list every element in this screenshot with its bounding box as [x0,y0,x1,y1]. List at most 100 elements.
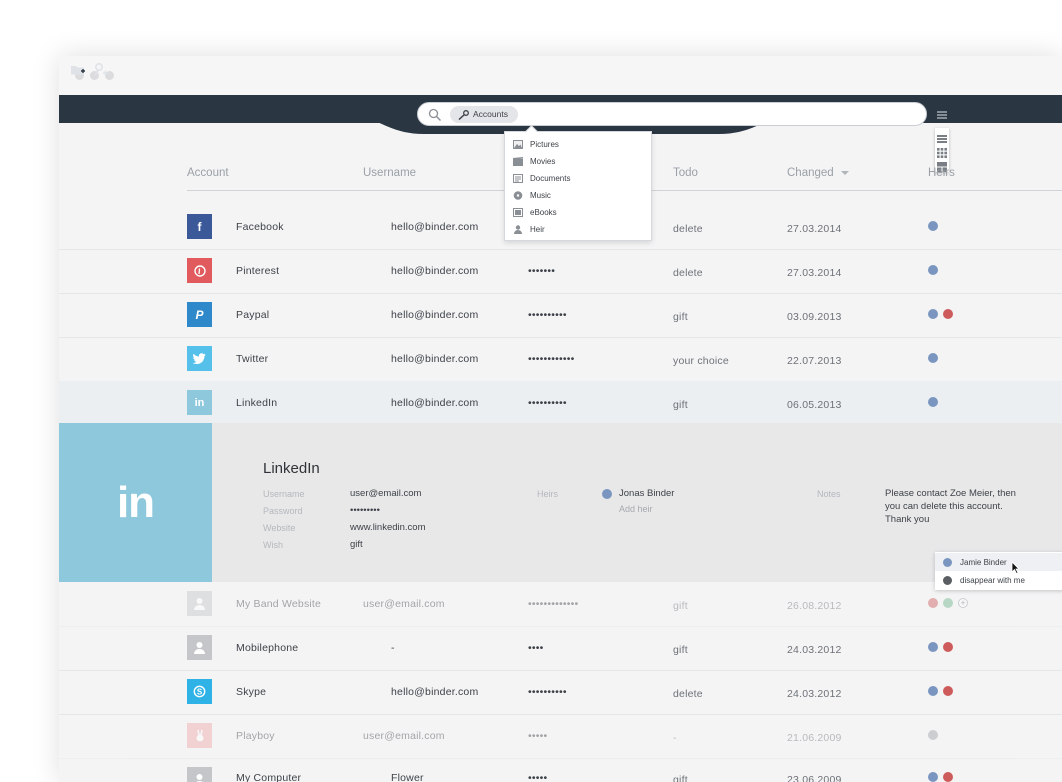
heir-dot[interactable] [928,730,938,740]
account-password: •••••••••• [528,686,567,698]
table-row[interactable]: S Skype hello@binder.com •••••••••• dele… [59,670,1062,715]
movie-icon [513,156,523,166]
search-icon[interactable] [428,108,442,122]
heir-dot[interactable] [928,598,938,608]
table-row[interactable]: P Paypal hello@binder.com •••••••••• gif… [59,293,1062,338]
heir-dot[interactable] [928,772,938,782]
heir-option[interactable]: disappear with me [935,571,1062,589]
column-header-changed[interactable]: Changed [787,167,849,179]
detail-value-username[interactable]: user@email.com [350,488,421,499]
column-header-heirs[interactable]: Heirs [928,167,955,179]
heir-dot[interactable] [943,598,953,608]
account-changed: 27.03.2014 [787,267,842,279]
account-name: Mobilephone [236,642,299,654]
heir-dot[interactable] [943,686,953,696]
column-header-changed-label: Changed [787,167,834,179]
detail-value-wish[interactable]: gift [350,539,363,550]
heir-dot[interactable] [928,309,938,319]
table-row[interactable]: Mobilephone - •••• gift 24.03.2012 [59,626,1062,671]
account-username: user@email.com [363,598,445,610]
category-item-ebooks[interactable]: eBooks [513,205,557,219]
category-item-heir[interactable]: Heir [513,222,545,236]
column-header-username[interactable]: Username [363,167,416,179]
category-item-label: Pictures [530,139,559,149]
heir-dot[interactable] [943,642,953,652]
account-todo: your choice [673,355,729,367]
heir-dot[interactable] [928,642,938,652]
account-changed: 06.05.2013 [787,399,842,411]
twitter-logo-icon [187,346,212,371]
detail-label-notes: Notes [817,489,841,499]
detail-heir-name[interactable]: Jonas Binder [619,488,674,499]
account-password: •••••••••• [528,397,567,409]
account-name: My Computer [236,772,302,782]
heir-dot[interactable] [928,221,938,231]
table-row[interactable]: My Computer Flower ••••• gift 23.06.2009 [59,758,1062,782]
paypal-logo-icon: P [187,302,212,327]
app-window: Accounts Account Username Todo Changed H… [59,56,1062,782]
table-row[interactable]: Pinterest hello@binder.com ••••••• delet… [59,249,1062,294]
pinterest-logo-icon [187,258,212,283]
add-key-icon[interactable] [93,62,109,78]
account-changed: 21.06.2009 [787,732,842,744]
heir-dot[interactable] [943,309,953,319]
grid-view-option-icon[interactable] [937,145,947,158]
person-placeholder-icon [187,635,212,660]
table-row[interactable]: Twitter hello@binder.com •••••••••••• yo… [59,337,1062,382]
account-password: ••••• [528,772,548,782]
account-todo: delete [673,267,703,279]
music-icon [513,190,523,200]
account-username: hello@binder.com [391,353,479,365]
heir-dot [602,489,612,499]
detail-notes-line-2[interactable]: you can delete this account. [885,501,1003,512]
search-filter-chip[interactable]: Accounts [450,106,518,123]
detail-label-password: Password [263,506,303,516]
column-header-todo[interactable]: Todo [673,167,698,179]
account-username: hello@binder.com [391,686,479,698]
new-folder-icon[interactable] [70,62,86,78]
category-item-movies[interactable]: Movies [513,154,555,168]
list-view-option-icon[interactable] [937,131,947,143]
category-item-label: Music [530,190,551,200]
account-todo: delete [673,688,703,700]
account-password: •••••••••••• [528,353,575,365]
detail-value-website[interactable]: www.linkedin.com [350,522,426,533]
heir-dot[interactable] [928,397,938,407]
person-placeholder-icon [187,767,212,782]
category-item-label: Documents [530,173,571,183]
facebook-logo-icon: f [187,214,212,239]
account-password: •••• [528,642,544,654]
person-icon [513,224,523,234]
table-row-selected[interactable]: in LinkedIn hello@binder.com •••••••••• … [59,381,1062,426]
category-item-documents[interactable]: Documents [513,171,570,185]
account-username: hello@binder.com [391,265,479,277]
category-item-label: eBooks [530,207,557,217]
heir-option-label: disappear with me [960,575,1025,585]
account-username: user@email.com [363,730,445,742]
detail-notes-line-3[interactable]: Thank you [885,514,929,525]
heir-option[interactable]: Jamie Binder [935,553,1062,571]
account-name: Facebook [236,221,284,233]
heir-dot[interactable] [928,686,938,696]
search-bar[interactable]: Accounts [417,102,927,126]
detail-value-password[interactable]: ••••••••• [350,505,380,516]
account-username: Flower [391,772,424,782]
category-item-music[interactable]: Music [513,188,551,202]
heir-dot[interactable] [928,265,938,275]
add-heir-icon[interactable]: + [958,598,968,608]
list-view-icon[interactable] [936,108,948,120]
person-placeholder-icon [187,591,212,616]
account-changed: 03.09.2013 [787,311,842,323]
account-todo: gift [673,600,688,612]
heir-dot[interactable] [928,353,938,363]
table-row[interactable]: Playboy user@email.com ••••• - 21.06.200… [59,714,1062,759]
add-heir-link[interactable]: Add heir [619,504,653,514]
detail-notes-line-1[interactable]: Please contact Zoe Meier, then [885,488,1016,499]
heir-dot[interactable] [943,772,953,782]
table-row[interactable]: My Band Website user@email.com •••••••••… [59,582,1062,627]
heir-option-label: Jamie Binder [960,557,1007,567]
document-icon [513,173,523,183]
key-icon [458,109,469,120]
category-item-pictures[interactable]: Pictures [513,137,559,151]
column-header-account[interactable]: Account [187,167,229,179]
